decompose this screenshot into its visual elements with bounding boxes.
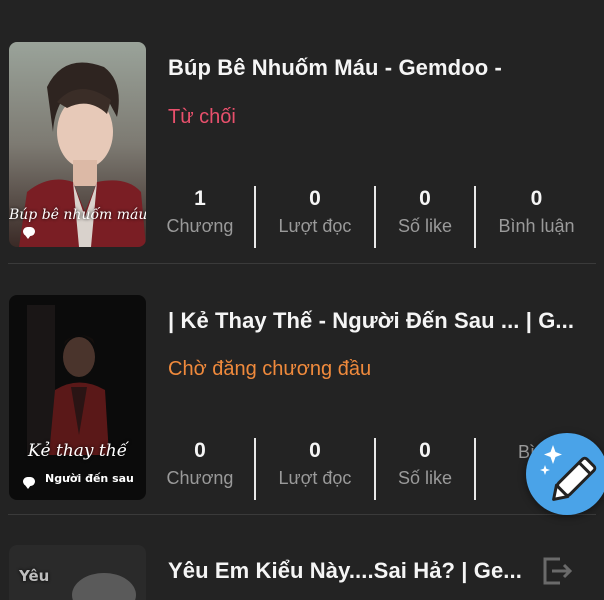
cover-title-text: Búp bê nhuốm máu xyxy=(9,207,146,223)
story-title[interactable]: Yêu Em Kiểu Này....Sai Hả? | Ge... xyxy=(168,558,528,584)
story-title[interactable]: Búp Bê Nhuốm Máu - Gemdoo - xyxy=(168,55,593,81)
stat-label: Số like xyxy=(397,468,453,488)
stat-value: 0 xyxy=(530,187,543,210)
stat-chapters: 1 Chương xyxy=(150,186,250,240)
stat-chapters: 0 Chương xyxy=(150,438,250,492)
divider xyxy=(254,438,256,500)
stat-label: Lượt đọc xyxy=(278,468,352,488)
story-cover[interactable]: Kẻ thay thế Người đến sau xyxy=(9,295,146,500)
stat-value: 0 xyxy=(419,439,431,462)
cover-subtitle-text: Người đến sau xyxy=(45,472,134,485)
stat-value: 0 xyxy=(309,187,321,210)
stat-label: Bình luận xyxy=(498,216,575,236)
stat-reads: 0 Lượt đọc xyxy=(260,186,370,240)
status-badge: Từ chối xyxy=(168,106,236,128)
story-item[interactable]: Kẻ thay thế Người đến sau | Kẻ Thay Thế … xyxy=(0,265,604,515)
edit-pen-sparkle-icon xyxy=(540,445,597,501)
exit-icon[interactable] xyxy=(540,556,572,586)
divider xyxy=(474,438,476,500)
stat-label: Số like xyxy=(397,216,453,236)
divider xyxy=(254,186,256,248)
story-item[interactable]: Búp bê nhuốm máu Búp Bê Nhuốm Máu - Gemd… xyxy=(0,0,604,265)
story-cover[interactable]: Búp bê nhuốm máu xyxy=(9,42,146,247)
stat-value: 0 xyxy=(419,187,431,210)
comment-icon xyxy=(23,227,35,239)
stat-value: 1 xyxy=(194,187,206,210)
stat-value: 0 xyxy=(309,439,321,462)
stat-value: 0 xyxy=(194,439,206,462)
status-badge: Chờ đăng chương đầu xyxy=(168,358,372,380)
story-stats: 1 Chương 0 Lượt đọc 0 Số like 0 Bình luậ… xyxy=(150,186,604,248)
row-divider xyxy=(8,263,596,264)
divider xyxy=(374,438,376,500)
story-cover[interactable]: Yêu xyxy=(9,545,146,600)
stat-likes: 0 Số like xyxy=(380,186,470,240)
stat-label: Chương xyxy=(166,216,234,236)
write-story-button[interactable] xyxy=(526,433,604,515)
stat-label: Lượt đọc xyxy=(278,216,352,236)
story-item[interactable]: Yêu Yêu Em Kiểu Này....Sai Hả? | Ge... xyxy=(0,515,604,600)
story-title[interactable]: | Kẻ Thay Thế - Người Đến Sau ... | G... xyxy=(168,308,593,334)
stat-label: Chương xyxy=(166,468,234,488)
cover-title-text: Kẻ thay thế xyxy=(27,441,128,461)
stat-likes: 0 Số like xyxy=(380,438,470,492)
divider xyxy=(374,186,376,248)
cover-title-text: Yêu xyxy=(19,567,50,585)
cover-image xyxy=(9,295,146,500)
stat-reads: 0 Lượt đọc xyxy=(260,438,370,492)
comment-icon xyxy=(23,477,35,489)
stat-comments: 0 Bình luận xyxy=(484,186,589,240)
divider xyxy=(474,186,476,248)
